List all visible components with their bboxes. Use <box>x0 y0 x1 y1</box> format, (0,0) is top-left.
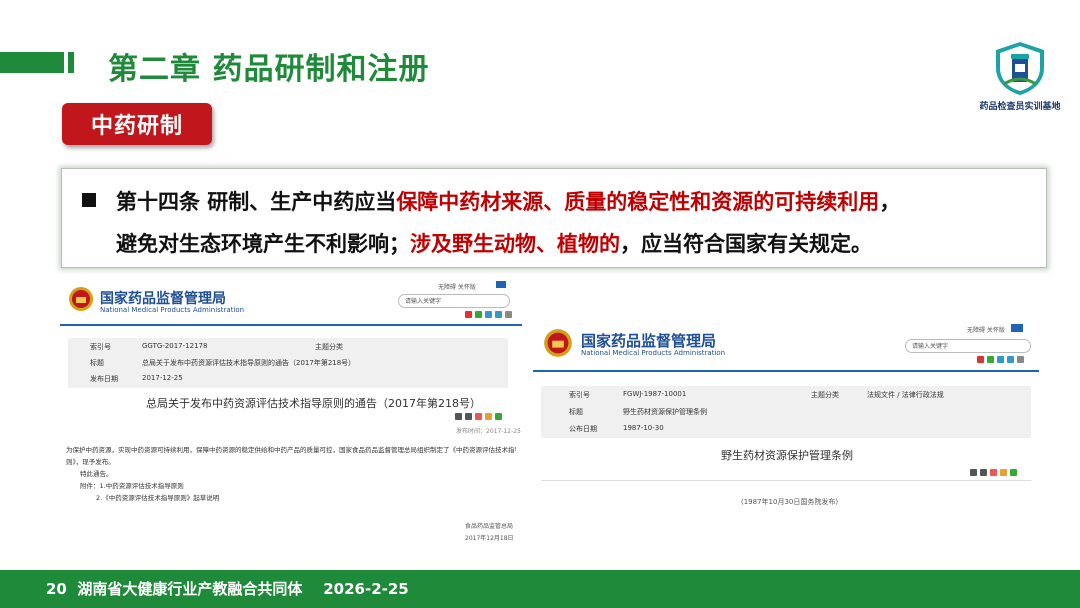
top-links[interactable]: 无障碍 关怀版 <box>438 282 476 291</box>
doc-body: 为保护中药资源，实现中药资源可持续利用，保障中药资源的稳定供给和中药产品的质量可… <box>66 444 516 504</box>
meta-value: 野生药材资源保护管理条例 <box>623 408 707 416</box>
print-icon[interactable] <box>465 413 472 420</box>
wechat-icon[interactable] <box>475 311 482 318</box>
doc-title: 总局关于发布中药资源评估技术指导原则的通告（2017年第218号） <box>146 397 481 410</box>
share-icons <box>465 311 512 318</box>
footer-org: 湖南省大健康行业产教融合共同体 <box>77 580 303 598</box>
footer: 20 湖南省大健康行业产教融合共同体 2026-2-25 <box>46 578 409 599</box>
meta-value: 法规文件 / 法律行政法规 <box>867 391 944 399</box>
meta-table <box>541 386 1031 438</box>
body-line: 特此通告。 <box>80 470 113 478</box>
wechat-icon[interactable] <box>987 356 994 363</box>
weibo-icon[interactable] <box>475 413 482 420</box>
qzone-icon[interactable] <box>1000 469 1007 476</box>
weibo-icon[interactable] <box>465 311 472 318</box>
page-number: 20 <box>46 580 67 598</box>
meta-label: 主题分类 <box>811 391 839 399</box>
header-accent-tick <box>68 52 74 73</box>
qzone-icon[interactable] <box>485 413 492 420</box>
download-icon[interactable] <box>455 413 462 420</box>
weibo-icon[interactable] <box>990 469 997 476</box>
header-accent-bar <box>0 52 64 73</box>
doc-screenshot-1: 国家药品监督管理局 National Medical Products Admi… <box>60 276 522 550</box>
mobile-icon[interactable] <box>485 311 492 318</box>
header-divider <box>533 370 1039 372</box>
shield-logo-icon <box>996 42 1044 95</box>
search-input[interactable]: 请输入关键字 <box>905 339 1031 353</box>
national-emblem-icon <box>69 287 93 311</box>
meta-value: FGWJ-1987-10001 <box>623 390 687 398</box>
doc-title: 野生药材资源保护管理条例 <box>721 449 853 462</box>
meta-label: 发布日期 <box>90 375 118 383</box>
article-line-1: 第十四条 研制、生产中药应当保障中药材来源、质量的稳定性和资源的可持续利用， <box>116 186 900 216</box>
agency-name-cn: 国家药品监督管理局 <box>581 332 717 350</box>
agency-name-en: National Medical Products Administration <box>100 306 245 314</box>
agency-name-cn: 国家药品监督管理局 <box>100 291 226 307</box>
article-text: ， <box>879 190 901 214</box>
issue-note: (1987年10月30日国务院发布) <box>741 498 839 506</box>
body-line[interactable]: 附件：1.中药资源评估技术指导原则 <box>66 480 516 492</box>
national-emblem-icon <box>544 329 572 357</box>
chapter-title: 第二章 药品研制和注册 <box>108 52 430 87</box>
lang-toggle[interactable] <box>496 281 506 288</box>
download-icon[interactable] <box>970 469 977 476</box>
print-icon[interactable] <box>1017 356 1024 363</box>
header-divider <box>60 324 522 326</box>
meta-value: 2017-12-25 <box>142 374 183 382</box>
print-icon[interactable] <box>505 311 512 318</box>
mobile-icon[interactable] <box>997 356 1004 363</box>
weibo-icon[interactable] <box>977 356 984 363</box>
footer-date: 2026-2-25 <box>323 580 409 598</box>
article-text: ，应当符合国家有关规定。 <box>620 232 872 256</box>
meta-value: GGTG-2017-12178 <box>142 342 208 350</box>
logo-caption: 药品检查员实训基地 <box>979 102 1061 112</box>
sign-org: 食品药品监管总局 <box>465 523 514 530</box>
body-line[interactable]: 2.《中药资源评估技术指导原则》起草说明 <box>66 492 516 504</box>
bullet-square <box>82 193 96 207</box>
section-tag: 中药研制 <box>62 103 212 145</box>
print-icon[interactable] <box>980 469 987 476</box>
top-links[interactable]: 无障碍 关怀版 <box>967 325 1005 334</box>
sign-date: 2017年12月18日 <box>465 535 514 542</box>
share-icons <box>977 356 1024 363</box>
mail-icon[interactable] <box>1007 356 1014 363</box>
meta-label: 索引号 <box>90 343 111 351</box>
article-text: 避免对生态环境产生不利影响； <box>116 232 410 256</box>
body-line: 为保护中药资源，实现中药资源可持续利用，保障中药资源的稳定供给和中药产品的质量可… <box>66 446 516 454</box>
meta-label: 主题分类 <box>315 343 343 351</box>
article-text: 第十四条 研制、生产中药应当 <box>116 190 397 214</box>
body-line: 则》，现予发布。 <box>66 458 115 466</box>
meta-label: 索引号 <box>569 391 590 399</box>
meta-value: 总局关于发布中药资源评估技术指导原则的通告（2017年第218号） <box>142 359 356 367</box>
mail-icon[interactable] <box>495 311 502 318</box>
doc-screenshot-2: 国家药品监督管理局 National Medical Products Admi… <box>533 316 1039 520</box>
content-divider <box>541 480 1031 481</box>
article-highlight: 保障中药材来源、质量的稳定性和资源的可持续利用 <box>396 190 880 214</box>
wechat-icon[interactable] <box>1010 469 1017 476</box>
doc-tools <box>455 413 502 420</box>
publish-meta: 发布时间：2017-12-25 <box>456 428 521 435</box>
search-input[interactable]: 请输入关键字 <box>398 294 510 308</box>
lang-toggle[interactable] <box>1011 324 1023 332</box>
meta-label: 标题 <box>569 408 583 416</box>
meta-value: 1987-10-30 <box>623 424 664 432</box>
article-highlight: 涉及野生动物、植物的 <box>410 232 620 256</box>
wechat-icon[interactable] <box>495 413 502 420</box>
agency-name-en: National Medical Products Administration <box>581 349 726 357</box>
meta-label: 公布日期 <box>569 425 597 433</box>
doc-tools <box>970 469 1017 476</box>
meta-label: 标题 <box>90 359 104 367</box>
article-line-2: 避免对生态环境产生不利影响；涉及野生动物、植物的，应当符合国家有关规定。 <box>116 228 872 258</box>
